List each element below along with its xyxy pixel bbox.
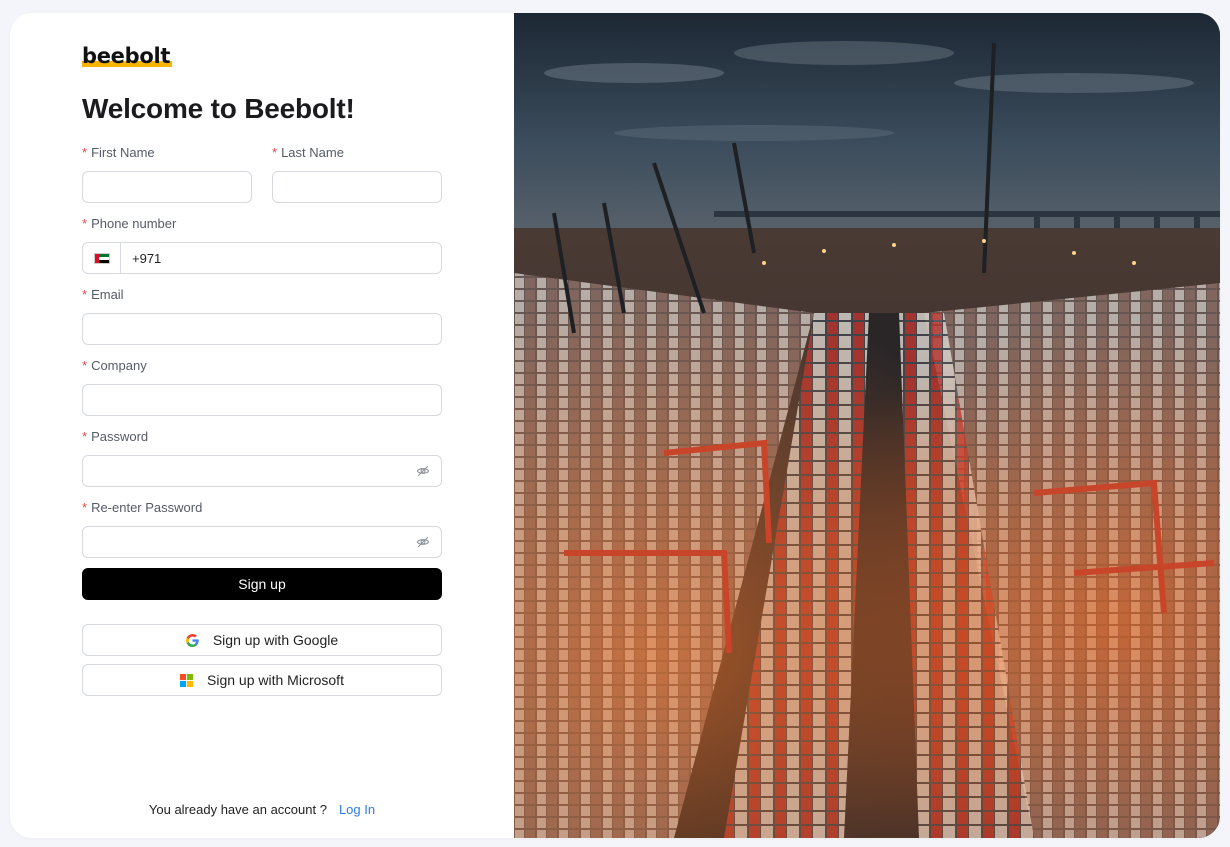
phone-label: * Phone number bbox=[82, 216, 177, 231]
sign-up-button[interactable]: Sign up bbox=[82, 568, 442, 600]
login-prompt: You already have an account ? Log In bbox=[10, 802, 514, 817]
password-input[interactable] bbox=[82, 455, 442, 487]
company-label: * Company bbox=[82, 358, 147, 373]
last-name-input[interactable] bbox=[272, 171, 442, 203]
country-selector[interactable] bbox=[83, 243, 121, 273]
uae-flag-icon bbox=[93, 252, 110, 264]
page-title: Welcome to Beebolt! bbox=[82, 93, 355, 124]
container-port-photo bbox=[514, 13, 1220, 838]
login-prompt-text: You already have an account ? bbox=[148, 802, 327, 817]
signup-card: beebolt Welcome to Beebolt! * First Name … bbox=[10, 13, 1220, 838]
google-sign-up-button[interactable]: Sign up with Google bbox=[82, 624, 442, 656]
signup-form-pane: beebolt Welcome to Beebolt! * First Name … bbox=[10, 13, 514, 838]
beebolt-logo: beebolt bbox=[82, 44, 173, 68]
log-in-link[interactable]: Log In bbox=[339, 802, 375, 817]
email-input[interactable] bbox=[82, 313, 442, 345]
confirm-password-input[interactable] bbox=[82, 526, 442, 558]
email-label: * Email bbox=[82, 287, 124, 302]
eye-off-icon[interactable] bbox=[416, 464, 430, 478]
first-name-label: * First Name bbox=[82, 145, 155, 160]
eye-off-icon[interactable] bbox=[416, 535, 430, 549]
company-input[interactable] bbox=[82, 384, 442, 416]
google-icon bbox=[185, 633, 199, 647]
last-name-label: * Last Name bbox=[272, 145, 344, 160]
phone-input[interactable] bbox=[121, 243, 434, 273]
first-name-input[interactable] bbox=[82, 171, 252, 203]
phone-field bbox=[82, 242, 442, 274]
confirm-password-label: * Re-enter Password bbox=[82, 500, 203, 515]
microsoft-sign-up-button[interactable]: Sign up with Microsoft bbox=[82, 664, 442, 696]
password-label: * Password bbox=[82, 429, 149, 444]
microsoft-icon bbox=[180, 673, 194, 687]
